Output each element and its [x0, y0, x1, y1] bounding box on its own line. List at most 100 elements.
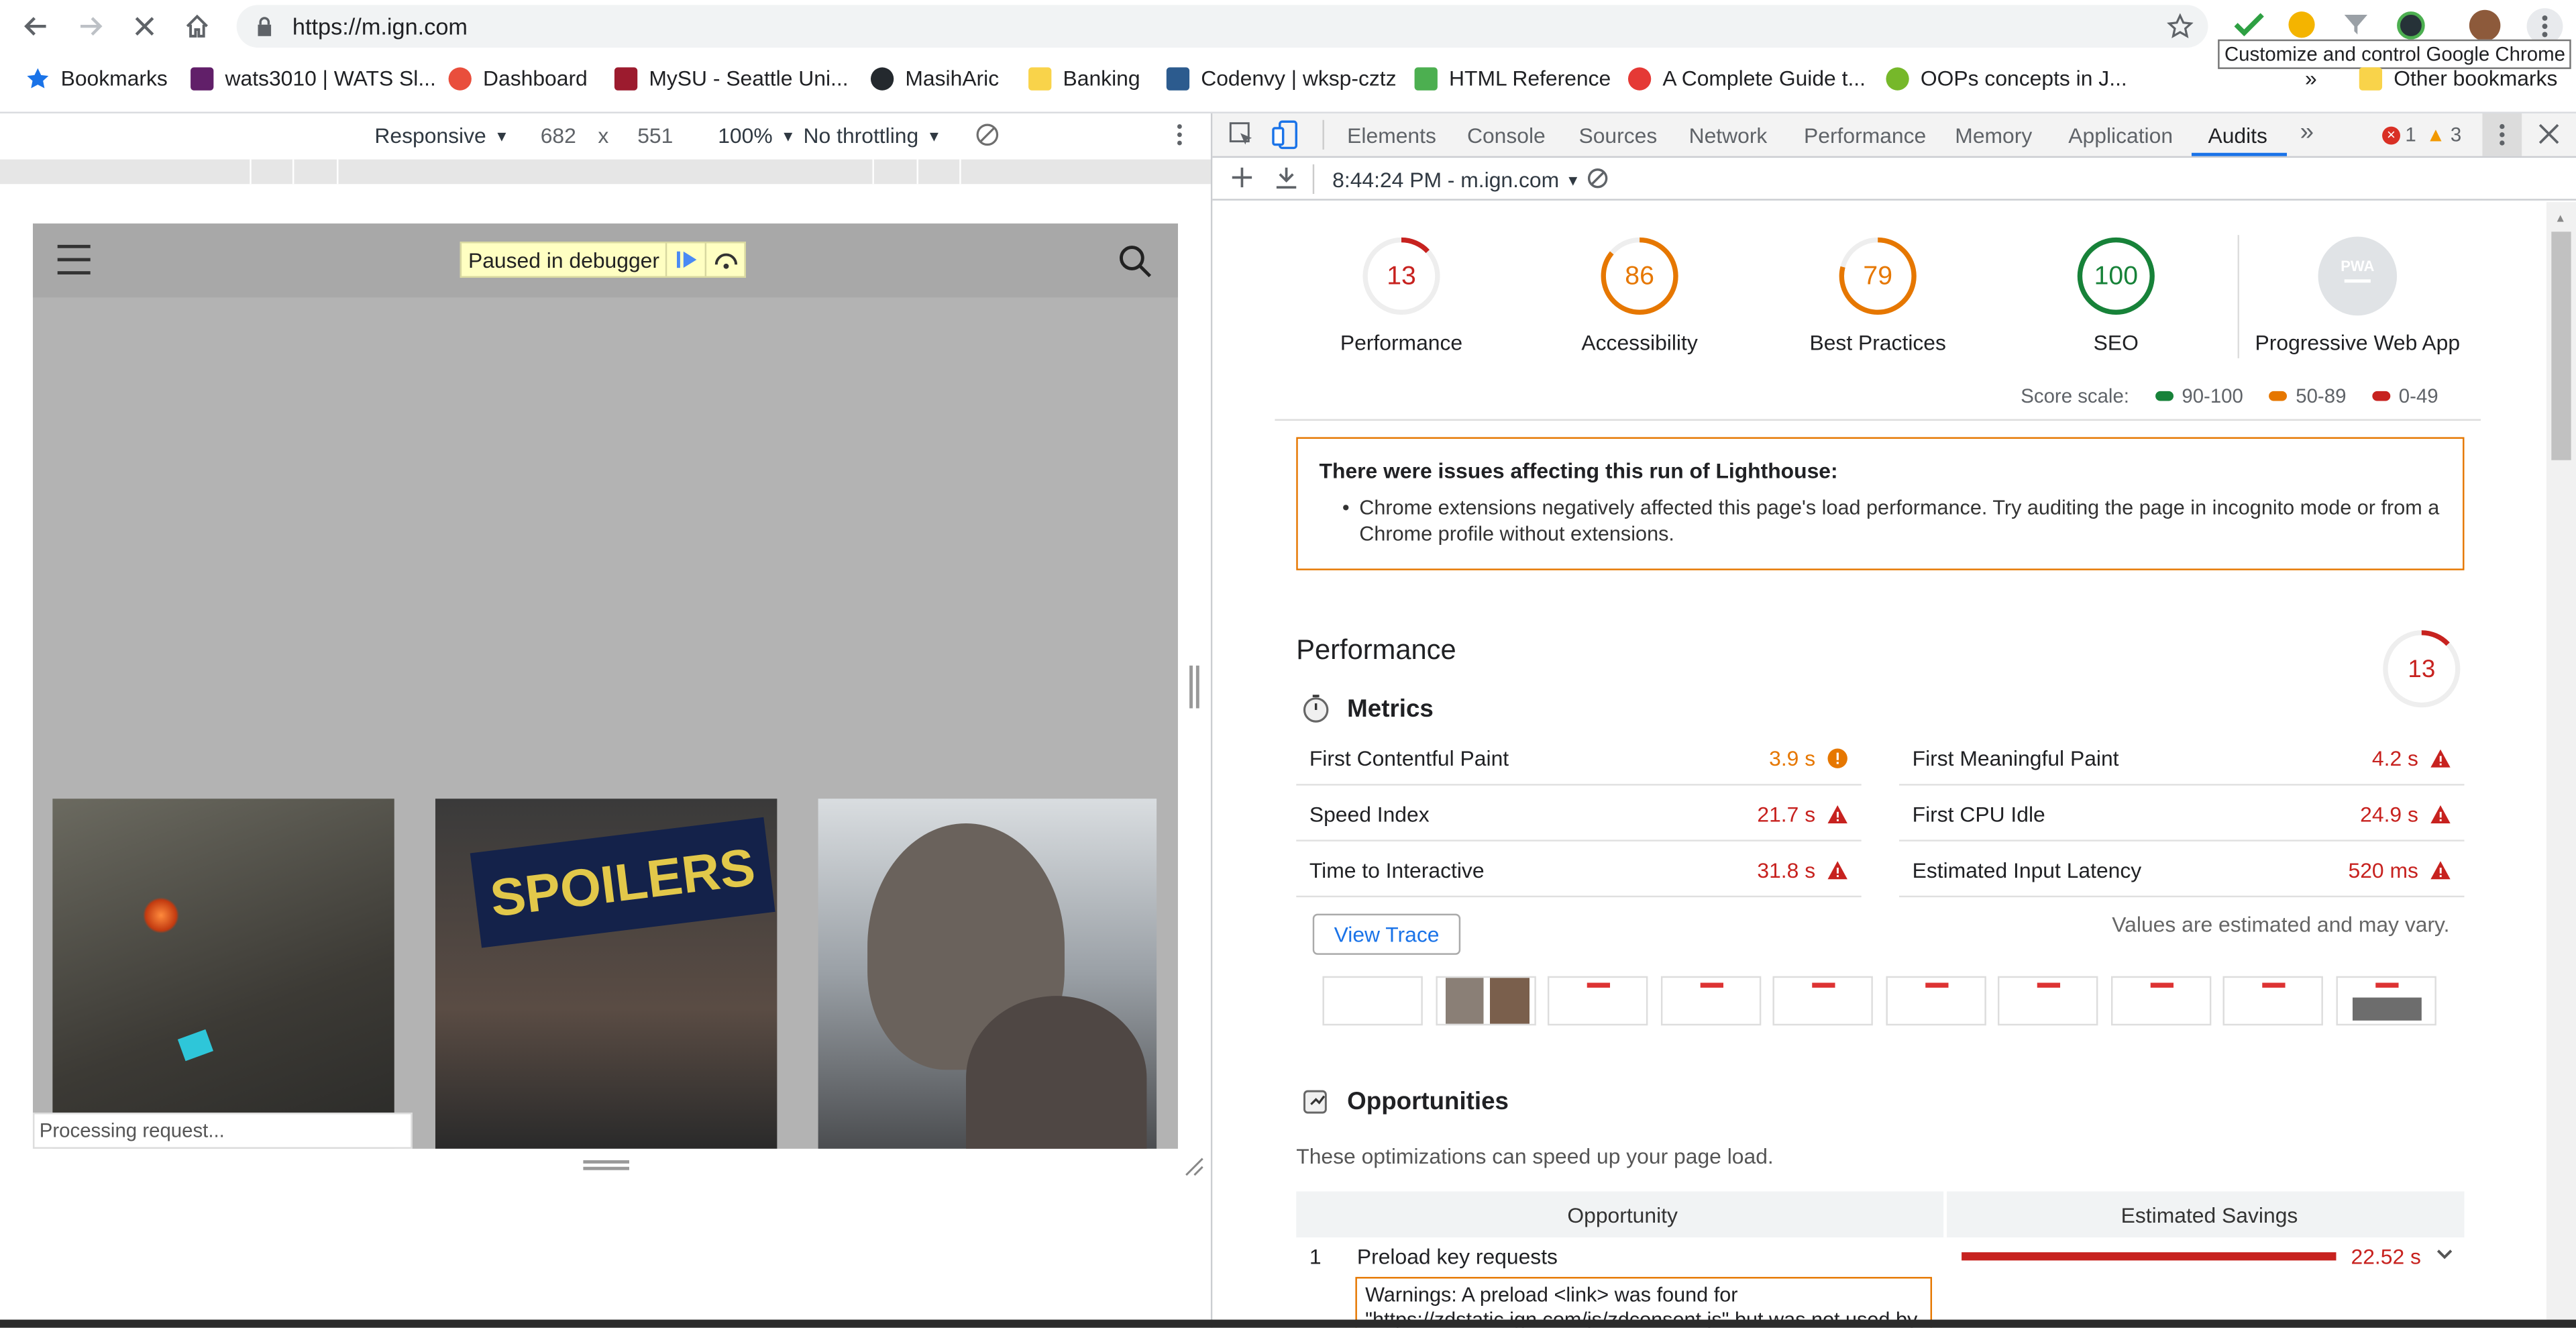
hamburger-icon[interactable] [56, 243, 92, 276]
slack-icon [191, 66, 214, 90]
gauge-label: Progressive Web App [2255, 330, 2461, 355]
bookmark-item[interactable]: A Complete Guide t... [1627, 66, 1866, 91]
forward-icon[interactable] [70, 7, 110, 46]
bookmark-item[interactable]: wats3010 | WATS Sl... [191, 66, 436, 91]
tab-audits[interactable]: Audits [2208, 123, 2267, 148]
resize-corner-icon[interactable] [1185, 1157, 1204, 1176]
article-thumbnail-portrait[interactable] [818, 799, 1157, 1149]
opportunity-icon [1303, 1090, 1327, 1114]
codenvy-icon [1166, 66, 1190, 90]
scale-range: 50-89 [2296, 385, 2347, 408]
tab-memory[interactable]: Memory [1955, 123, 2032, 148]
divider [1322, 119, 1324, 150]
other-bookmarks[interactable]: Other bookmarks [2359, 65, 2558, 91]
score-gauge-accessibility[interactable]: 86 Accessibility [1549, 235, 1729, 355]
extension-search-icon[interactable] [2288, 11, 2315, 38]
other-bookmarks-label: Other bookmarks [2394, 65, 2558, 91]
filmstrip-frame [1886, 976, 1986, 1026]
divider [1943, 1191, 1947, 1238]
extension-filter-icon[interactable] [2343, 13, 2369, 36]
bookmark-item[interactable]: Dashboard [448, 66, 588, 91]
resize-handle-right[interactable] [1189, 665, 1199, 709]
issues-counter[interactable]: × 1 ▲ 3 [2382, 123, 2461, 146]
tab-network[interactable]: Network [1689, 123, 1768, 148]
emulated-viewport[interactable]: Paused in debugger SPOILERS [32, 223, 1178, 1149]
width-input[interactable]: 682 [541, 123, 576, 148]
step-over-icon[interactable] [705, 243, 745, 276]
home-icon[interactable] [177, 7, 217, 46]
media-query-ruler[interactable] [0, 159, 1211, 185]
warnings-title: There were issues affecting this run of … [1319, 458, 1838, 484]
devtools-menu-icon[interactable] [2482, 113, 2522, 156]
address-bar[interactable]: https://m.ign.com [236, 5, 2208, 48]
resume-icon[interactable] [665, 243, 706, 276]
scale-swatch-average [2269, 391, 2288, 401]
download-icon[interactable] [1275, 166, 1297, 189]
metric-value: 3.9 s [1769, 746, 1816, 771]
throttle-select[interactable]: No throttling ▼ [804, 123, 942, 148]
gauge-ring: 79 [1839, 237, 1917, 315]
back-icon[interactable] [16, 7, 56, 46]
article-thumbnail-spoilers[interactable]: SPOILERS [435, 799, 777, 1149]
bookmark-item[interactable]: OOPs concepts in J... [1886, 66, 2127, 91]
url-text: https://m.ign.com [292, 13, 468, 40]
bookmark-item[interactable]: MasihAric [870, 66, 999, 91]
stop-icon[interactable] [125, 7, 164, 46]
bookmark-item[interactable]: Bookmarks [26, 66, 168, 91]
close-icon[interactable] [2538, 123, 2560, 145]
scale-range: 90-100 [2182, 385, 2243, 408]
search-icon[interactable] [1119, 245, 1152, 278]
extension-check-icon[interactable] [2234, 13, 2264, 36]
avatar[interactable] [2469, 9, 2501, 42]
gauge-label: Best Practices [1809, 330, 1946, 355]
tab-sources[interactable]: Sources [1578, 123, 1657, 148]
clear-icon[interactable] [1587, 168, 1609, 189]
opportunity-row[interactable]: 1 Preload key requests 22.52 s [1296, 1241, 2464, 1277]
bookmark-label: wats3010 | WATS Sl... [225, 65, 436, 91]
score-gauge-seo[interactable]: 100 SEO [2034, 235, 2198, 355]
score-gauge-pwa[interactable]: PWA Progressive Web App [2251, 235, 2464, 355]
rotate-icon[interactable] [974, 121, 1000, 148]
devtools-tabbar: Elements Console Sources Network Perform… [1212, 113, 2576, 158]
scroll-up-icon[interactable]: ▲ [2555, 213, 2566, 225]
bookmark-item[interactable]: Banking [1028, 66, 1140, 91]
score-gauge-performance[interactable]: 13 Performance [1320, 235, 1484, 355]
score-scale: Score scale: 90-100 50-89 0-49 [2021, 385, 2438, 407]
frame-image [2352, 997, 2422, 1021]
scrollbar-thumb[interactable] [2551, 232, 2571, 460]
resize-handle-bottom[interactable] [583, 1160, 629, 1170]
device-more-icon[interactable] [1168, 121, 1191, 148]
device-mode-select[interactable]: Responsive ▼ [374, 123, 508, 148]
article-thumbnail-robot[interactable] [52, 799, 394, 1149]
report-select[interactable]: 8:44:24 PM - m.ign.com ▼ [1332, 168, 1580, 193]
height-input[interactable]: 551 [637, 123, 673, 148]
bookmarks-overflow-button[interactable]: » [2305, 66, 2317, 91]
new-audit-icon[interactable] [1230, 166, 1253, 189]
score-gauge-best-practices[interactable]: 79 Best Practices [1779, 235, 1976, 355]
bookmark-item[interactable]: MySU - Seattle Uni... [614, 66, 849, 91]
svg-text:79: 79 [1863, 262, 1892, 291]
ign-logo-icon [2262, 982, 2286, 988]
opportunities-title: Opportunities [1347, 1087, 1509, 1115]
opportunities-header: Opportunities [1301, 1086, 1509, 1116]
inspect-element-icon[interactable] [1229, 121, 1255, 148]
view-trace-button[interactable]: View Trace [1312, 913, 1461, 955]
performance-score-gauge[interactable]: 13 [2381, 628, 2463, 710]
zoom-select[interactable]: 100% ▼ [718, 123, 796, 148]
star-icon[interactable] [2167, 13, 2194, 40]
bookmark-item[interactable]: Codenvy | wksp-cztz [1166, 66, 1397, 91]
more-tabs-button[interactable]: » [2300, 118, 2314, 146]
portrait-figure [966, 996, 1147, 1149]
tab-console[interactable]: Console [1467, 123, 1546, 148]
scrollbar[interactable]: ▲ [2546, 202, 2576, 1328]
filmstrip-frame [1547, 976, 1648, 1026]
extension-camera-icon[interactable] [2397, 11, 2425, 40]
tab-performance[interactable]: Performance [1804, 123, 1926, 148]
device-toggle-icon[interactable] [1272, 120, 1298, 150]
tab-elements[interactable]: Elements [1347, 123, 1436, 148]
chevron-down-icon[interactable] [2434, 1244, 2454, 1264]
filmstrip-frame [1436, 976, 1536, 1026]
bookmark-item[interactable]: HTML Reference [1414, 66, 1611, 91]
dropdown-arrow-icon: ▼ [494, 127, 509, 144]
tab-application[interactable]: Application [2068, 123, 2173, 148]
